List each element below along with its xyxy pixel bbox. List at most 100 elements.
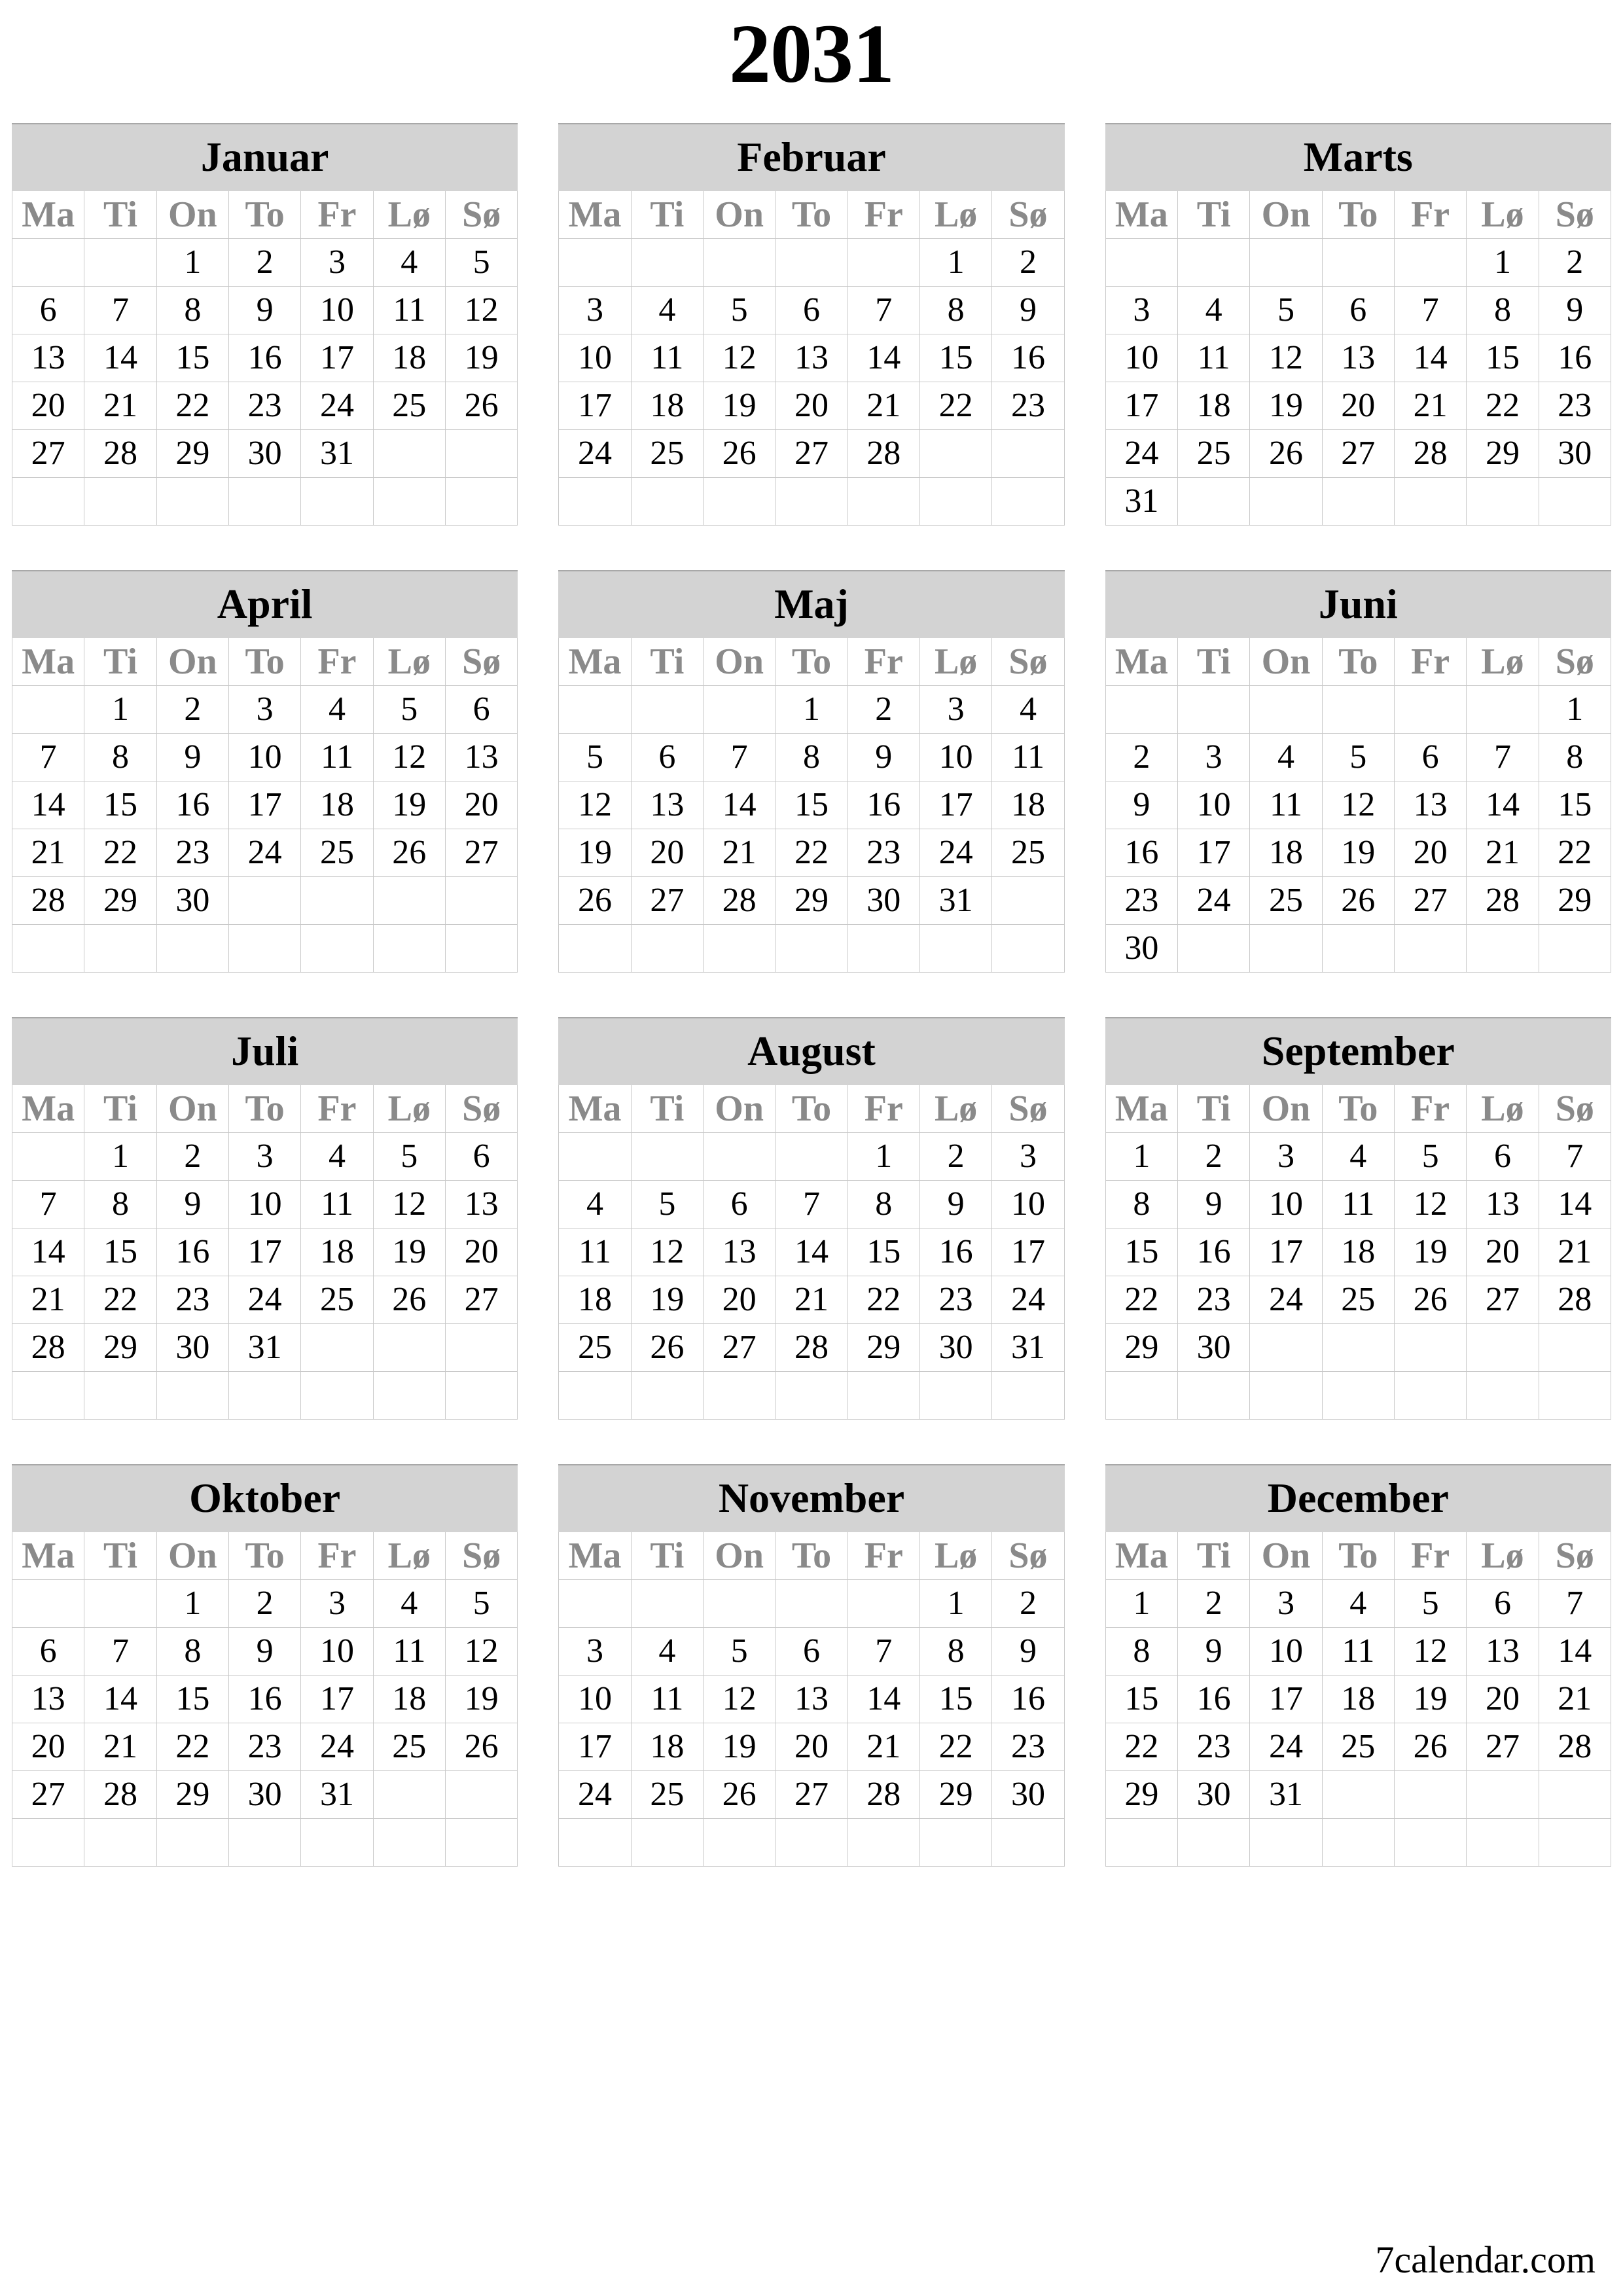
day-cell[interactable]: 7 [775,1180,848,1229]
day-cell[interactable]: 9 [156,1180,229,1229]
day-cell[interactable]: 27 [630,876,704,925]
day-cell[interactable]: 2 [156,685,229,734]
day-cell[interactable]: 11 [300,1180,374,1229]
day-cell[interactable]: 16 [228,334,302,382]
day-cell[interactable]: 7 [1466,733,1539,781]
day-cell[interactable]: 5 [1393,1579,1467,1628]
day-cell[interactable]: 15 [156,1675,229,1723]
day-cell[interactable]: 12 [444,286,518,334]
day-cell[interactable]: 29 [156,429,229,478]
day-cell[interactable]: 17 [1249,1675,1323,1723]
day-cell[interactable]: 28 [1393,429,1467,478]
day-cell[interactable]: 16 [1177,1228,1251,1276]
day-cell[interactable]: 6 [1466,1579,1539,1628]
day-cell[interactable]: 15 [1105,1228,1178,1276]
day-cell[interactable]: 20 [630,829,704,877]
day-cell[interactable]: 11 [991,733,1065,781]
day-cell[interactable]: 29 [775,876,848,925]
day-cell[interactable]: 31 [300,429,374,478]
day-cell[interactable]: 12 [702,1675,776,1723]
day-cell[interactable]: 12 [558,781,632,829]
day-cell[interactable]: 20 [1393,829,1467,877]
day-cell[interactable]: 31 [1249,1770,1323,1819]
day-cell[interactable]: 19 [1393,1675,1467,1723]
day-cell[interactable]: 8 [1105,1180,1178,1229]
day-cell[interactable]: 29 [84,876,157,925]
day-cell[interactable]: 24 [558,1770,632,1819]
day-cell[interactable]: 1 [847,1132,920,1181]
day-cell[interactable]: 30 [1177,1323,1251,1372]
day-cell[interactable]: 4 [1321,1579,1395,1628]
day-cell[interactable]: 3 [300,238,374,287]
day-cell[interactable]: 31 [991,1323,1065,1372]
day-cell[interactable]: 14 [847,334,920,382]
day-cell[interactable]: 24 [228,1276,302,1324]
day-cell[interactable]: 31 [1105,477,1178,526]
day-cell[interactable]: 21 [84,382,157,430]
day-cell[interactable]: 25 [991,829,1065,877]
day-cell[interactable]: 6 [1321,286,1395,334]
day-cell[interactable]: 15 [775,781,848,829]
day-cell[interactable]: 18 [558,1276,632,1324]
day-cell[interactable]: 25 [558,1323,632,1372]
day-cell[interactable]: 12 [1393,1627,1467,1676]
day-cell[interactable]: 9 [1538,286,1611,334]
day-cell[interactable]: 3 [991,1132,1065,1181]
day-cell[interactable]: 21 [702,829,776,877]
day-cell[interactable]: 3 [558,286,632,334]
day-cell[interactable]: 14 [11,781,85,829]
day-cell[interactable]: 13 [775,334,848,382]
day-cell[interactable]: 29 [1538,876,1611,925]
day-cell[interactable]: 20 [1321,382,1395,430]
day-cell[interactable]: 17 [300,334,374,382]
day-cell[interactable]: 23 [228,382,302,430]
day-cell[interactable]: 3 [228,1132,302,1181]
day-cell[interactable]: 12 [1249,334,1323,382]
day-cell[interactable]: 23 [991,382,1065,430]
day-cell[interactable]: 5 [1249,286,1323,334]
day-cell[interactable]: 13 [630,781,704,829]
day-cell[interactable]: 18 [300,1228,374,1276]
day-cell[interactable]: 6 [444,685,518,734]
day-cell[interactable]: 26 [1249,429,1323,478]
day-cell[interactable]: 24 [1177,876,1251,925]
day-cell[interactable]: 3 [228,685,302,734]
day-cell[interactable]: 22 [84,829,157,877]
day-cell[interactable]: 9 [156,733,229,781]
day-cell[interactable]: 27 [444,829,518,877]
day-cell[interactable]: 13 [11,334,85,382]
day-cell[interactable]: 15 [84,1228,157,1276]
day-cell[interactable]: 4 [1177,286,1251,334]
day-cell[interactable]: 11 [630,1675,704,1723]
day-cell[interactable]: 25 [1321,1723,1395,1771]
day-cell[interactable]: 12 [372,733,446,781]
day-cell[interactable]: 7 [702,733,776,781]
day-cell[interactable]: 14 [84,334,157,382]
day-cell[interactable]: 27 [1466,1723,1539,1771]
day-cell[interactable]: 12 [630,1228,704,1276]
day-cell[interactable]: 30 [228,1770,302,1819]
day-cell[interactable]: 28 [775,1323,848,1372]
day-cell[interactable]: 17 [1177,829,1251,877]
day-cell[interactable]: 10 [558,334,632,382]
day-cell[interactable]: 20 [11,1723,85,1771]
day-cell[interactable]: 28 [84,1770,157,1819]
day-cell[interactable]: 16 [228,1675,302,1723]
day-cell[interactable]: 4 [630,286,704,334]
day-cell[interactable]: 2 [847,685,920,734]
day-cell[interactable]: 8 [775,733,848,781]
day-cell[interactable]: 10 [558,1675,632,1723]
day-cell[interactable]: 16 [156,1228,229,1276]
day-cell[interactable]: 21 [84,1723,157,1771]
day-cell[interactable]: 17 [991,1228,1065,1276]
day-cell[interactable]: 8 [1105,1627,1178,1676]
day-cell[interactable]: 14 [1538,1627,1611,1676]
day-cell[interactable]: 23 [228,1723,302,1771]
day-cell[interactable]: 2 [156,1132,229,1181]
day-cell[interactable]: 4 [1249,733,1323,781]
day-cell[interactable]: 4 [300,1132,374,1181]
day-cell[interactable]: 28 [1466,876,1539,925]
day-cell[interactable]: 1 [156,238,229,287]
day-cell[interactable]: 14 [702,781,776,829]
day-cell[interactable]: 22 [847,1276,920,1324]
